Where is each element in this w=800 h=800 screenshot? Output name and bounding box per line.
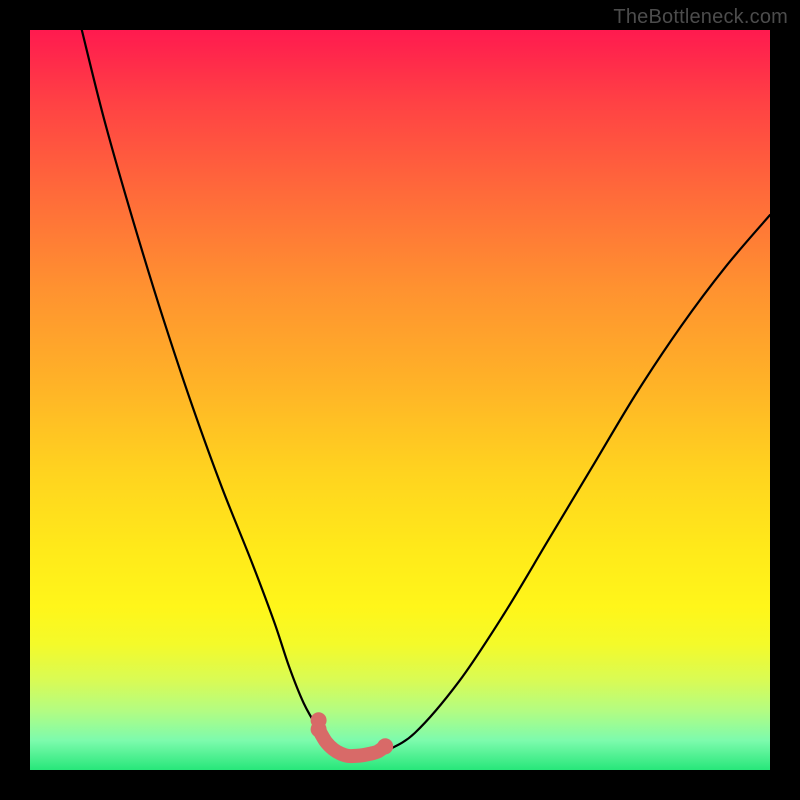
- chart-frame: TheBottleneck.com: [0, 0, 800, 800]
- valley-highlight-dot: [311, 721, 327, 737]
- plot-area: [30, 30, 770, 770]
- watermark-text: TheBottleneck.com: [613, 6, 788, 29]
- valley-highlight-path: [319, 729, 386, 756]
- bottleneck-curve-path: [82, 30, 770, 757]
- valley-highlight-dot: [377, 738, 393, 754]
- valley-highlight-group: [311, 712, 394, 756]
- curve-layer: [30, 30, 770, 770]
